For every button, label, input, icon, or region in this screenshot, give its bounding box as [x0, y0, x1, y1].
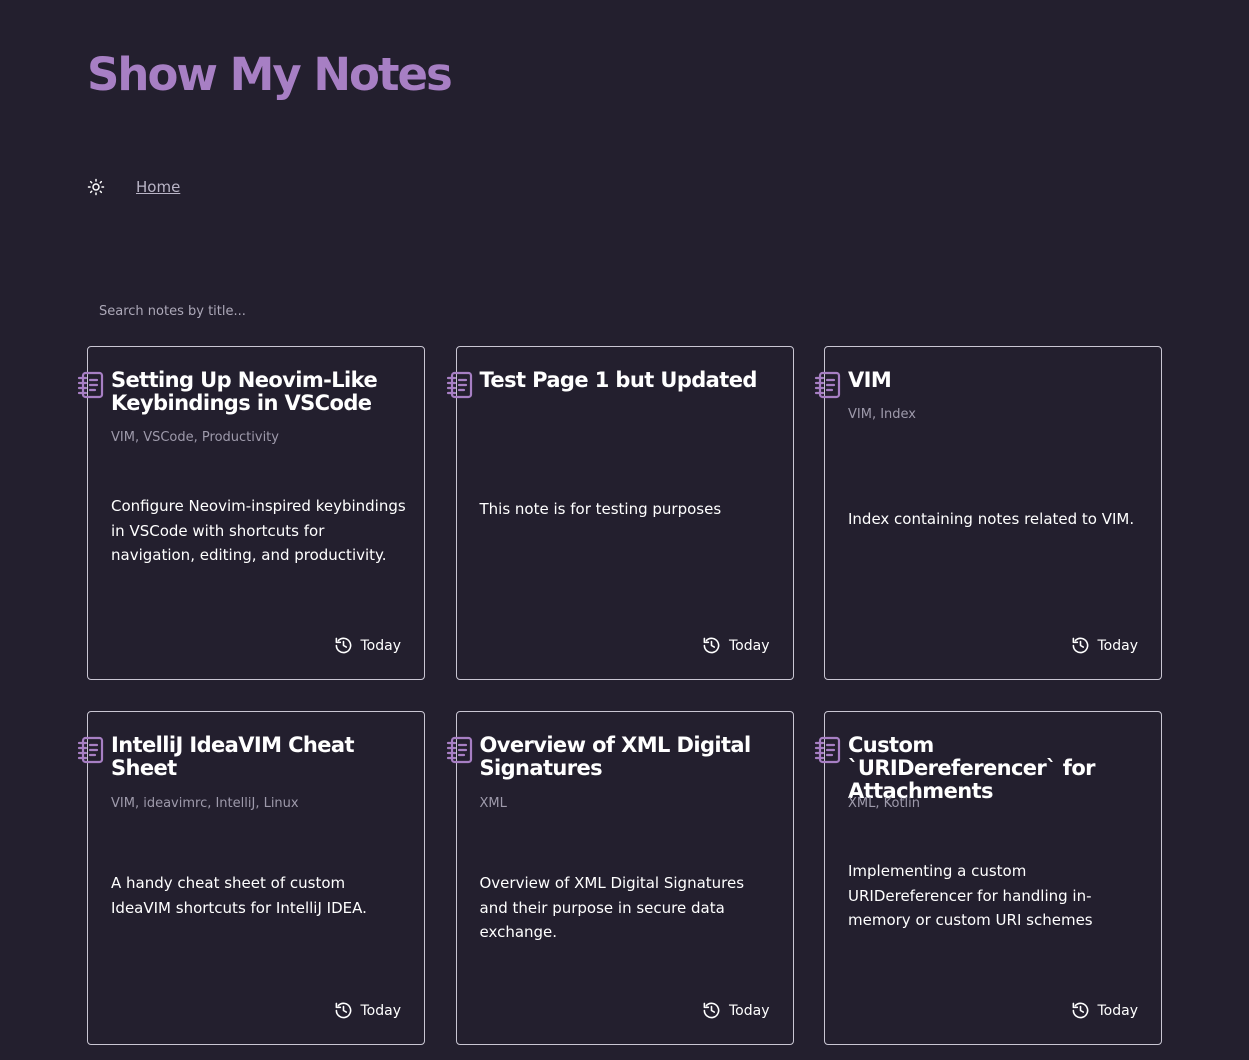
- notebook-icon: [814, 735, 842, 765]
- note-updated-label: Today: [360, 637, 402, 654]
- note-description: Configure Neovim-inspired keybindings in…: [111, 497, 406, 564]
- note-updated-label: Today: [729, 1002, 770, 1019]
- note-description: Overview of XML Digital Signatures and t…: [479, 874, 745, 941]
- note-description: A handy cheat sheet of custom IdeaVIM sh…: [111, 874, 367, 917]
- note-card[interactable]: Test Page 1 but Updated This note is for…: [446, 346, 794, 680]
- note-description: Implementing a custom URIDereferencer fo…: [848, 862, 1093, 929]
- note-tags: VIM, VSCode, Productivity: [111, 430, 279, 445]
- note-updated: Today: [334, 636, 402, 655]
- note-updated-label: Today: [1097, 637, 1139, 654]
- theme-toggle-button[interactable]: [87, 178, 105, 196]
- history-icon: [1072, 637, 1088, 654]
- note-updated: Today: [334, 1001, 402, 1020]
- note-card[interactable]: IntelliJ IdeaVIM Cheat Sheet VIM, ideavi…: [77, 711, 425, 1045]
- note-updated-label: Today: [1097, 1002, 1139, 1019]
- site-title: Show My Notes: [87, 48, 453, 101]
- history-icon: [335, 1002, 351, 1019]
- note-updated-label: Today: [729, 637, 770, 654]
- note-title: VIM: [848, 368, 892, 392]
- note-card[interactable]: VIM VIM, Index Index containing notes re…: [814, 346, 1162, 680]
- note-title: IntelliJ IdeaVIM Cheat Sheet: [111, 733, 355, 780]
- note-card[interactable]: Setting Up Neovim-Like Keybindings in VS…: [77, 346, 425, 680]
- note-description: This note is for testing purposes: [479, 500, 722, 518]
- history-icon: [703, 637, 720, 654]
- history-icon: [335, 637, 351, 654]
- note-updated: Today: [702, 636, 770, 655]
- history-icon: [1072, 1002, 1088, 1019]
- history-icon: [703, 1002, 720, 1019]
- note-tags: VIM, ideavimrc, IntelliJ, Linux: [111, 796, 299, 811]
- notebook-icon: [77, 370, 105, 400]
- note-updated: Today: [1071, 636, 1139, 655]
- sun-icon: [87, 178, 105, 196]
- notes-grid: Setting Up Neovim-Like Keybindings in VS…: [77, 346, 1162, 1045]
- note-updated: Today: [1071, 1001, 1139, 1020]
- note-title: Overview of XML Digital Signatures: [479, 733, 752, 780]
- notebook-icon: [446, 370, 474, 400]
- note-title: Test Page 1 but Updated: [479, 368, 758, 392]
- note-tags: VIM, Index: [848, 407, 916, 422]
- notebook-icon: [77, 735, 105, 765]
- note-tags: XML: [479, 796, 507, 811]
- note-description: Index containing notes related to VIM.: [848, 510, 1135, 528]
- note-updated: Today: [702, 1001, 770, 1020]
- notebook-icon: [814, 370, 842, 400]
- nav-link-home[interactable]: Home: [136, 178, 180, 196]
- note-title: Custom `URIDereferencer` for Attachments: [848, 733, 1096, 803]
- top-nav: Home: [87, 176, 180, 198]
- note-card[interactable]: Overview of XML Digital Signatures XML O…: [446, 711, 794, 1045]
- note-tags: XML, Kotlin: [848, 796, 921, 811]
- note-card[interactable]: Custom `URIDereferencer` for Attachments…: [814, 711, 1162, 1045]
- note-title: Setting Up Neovim-Like Keybindings in VS…: [111, 368, 378, 415]
- search-input[interactable]: [87, 296, 487, 326]
- note-updated-label: Today: [360, 1002, 402, 1019]
- notebook-icon: [446, 735, 474, 765]
